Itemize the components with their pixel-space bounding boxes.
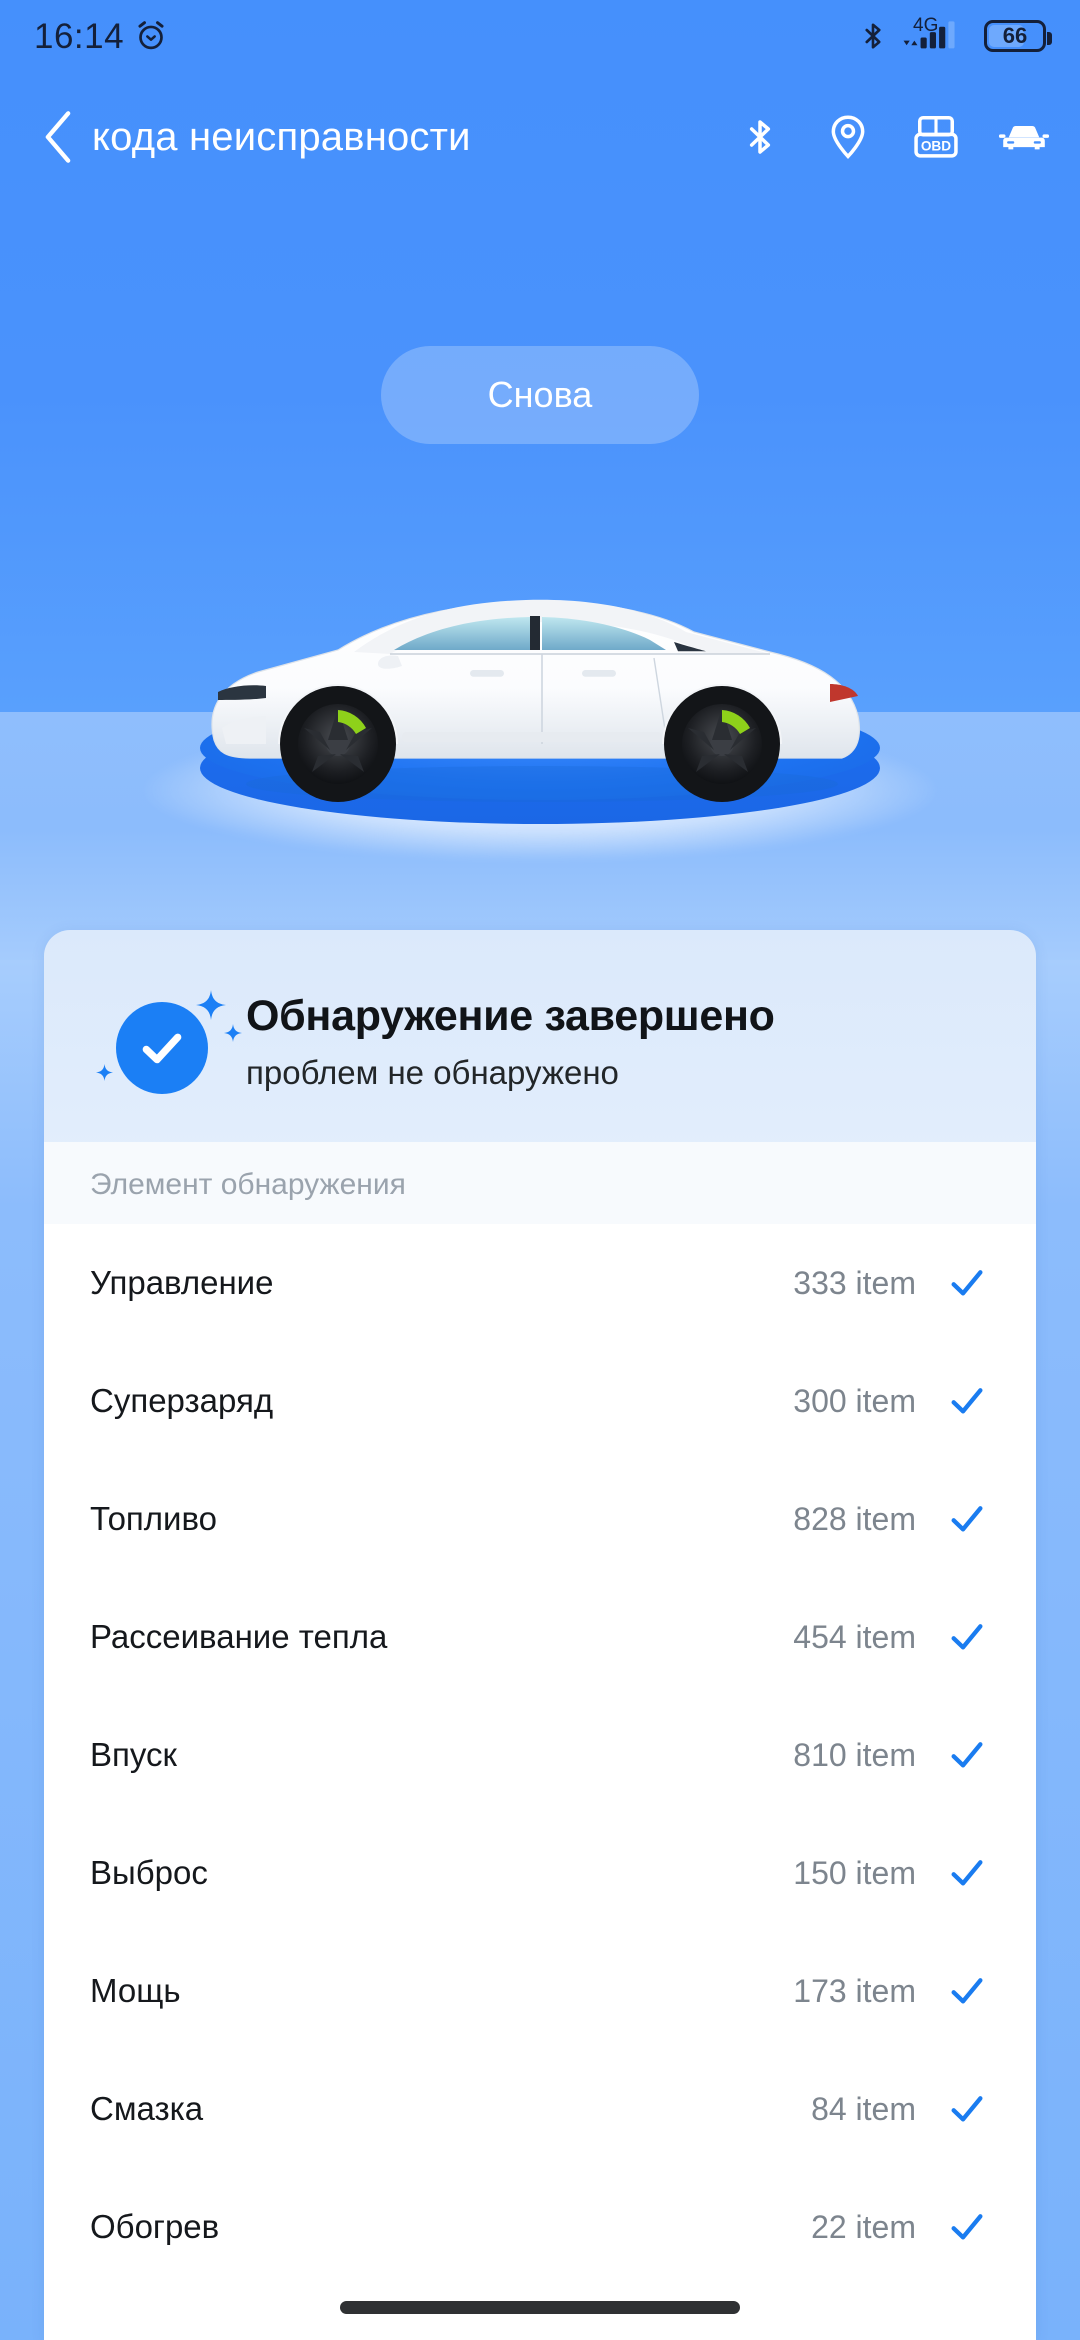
sparkle-icon-large	[196, 990, 226, 1020]
home-indicator[interactable]	[340, 2301, 740, 2314]
table-row[interactable]: Мощь 173 item	[44, 1932, 1036, 2050]
status-bar-right: 4G 66	[858, 16, 1052, 53]
status-bar-left: 16:14	[34, 19, 168, 54]
header-car-button[interactable]	[998, 111, 1050, 163]
vehicle-illustration	[211, 599, 861, 802]
check-mark-icon	[944, 1381, 990, 1421]
detection-item-list: Управление 333 item Суперзаряд 300 item Топл…	[44, 1224, 1036, 2286]
table-row[interactable]: Впуск 810 item	[44, 1696, 1036, 1814]
row-item-count: 333 item	[793, 1264, 916, 1301]
check-mark-icon	[944, 1263, 990, 1303]
table-row[interactable]: Смазка 84 item	[44, 2050, 1036, 2168]
row-item-name: Выброс	[90, 1854, 208, 1891]
row-item-count: 454 item	[793, 1618, 916, 1655]
sparkle-icon-tiny	[96, 1064, 113, 1081]
row-item-count: 84 item	[811, 2090, 916, 2127]
check-mark-icon	[944, 1499, 990, 1539]
row-item-name: Суперзаряд	[90, 1382, 274, 1419]
header-location-button[interactable]	[822, 111, 874, 163]
sparkle-icon-small	[224, 1024, 242, 1042]
check-mark-icon	[944, 1617, 990, 1657]
result-summary: Обнаружение завершено проблем не обнаруж…	[44, 930, 1036, 1142]
app-header: кода неисправности OBD	[0, 82, 1080, 192]
chevron-left-icon	[45, 111, 71, 163]
obd-connector-icon: OBD	[914, 116, 958, 158]
table-row[interactable]: Обогрев 22 item	[44, 2168, 1036, 2286]
battery-percent-label: 66	[1002, 23, 1028, 48]
bluetooth-icon	[749, 120, 771, 154]
status-time: 16:14	[34, 16, 125, 56]
page-title: кода неисправности	[92, 114, 471, 159]
alarm-clock-icon	[138, 21, 164, 50]
retry-scan-button[interactable]: Снова	[381, 346, 699, 444]
header-obd-button[interactable]: OBD	[910, 111, 962, 163]
table-row[interactable]: Рассеивание тепла 454 item	[44, 1578, 1036, 1696]
check-mark-icon	[944, 1971, 990, 2011]
result-text-block: Обнаружение завершено проблем не обнаруж…	[246, 992, 775, 1091]
row-item-name: Смазка	[90, 2090, 204, 2127]
row-item-name: Управление	[90, 1264, 274, 1301]
vehicle-showcase	[0, 560, 1080, 860]
status-bar: 16:14 4G 66	[0, 0, 1080, 72]
battery-indicator: 66	[984, 20, 1052, 52]
table-row[interactable]: Топливо 828 item	[44, 1460, 1036, 1578]
location-pin-icon	[831, 115, 865, 159]
result-subtitle: проблем не обнаружено	[246, 1053, 619, 1091]
row-item-name: Рассеивание тепла	[90, 1618, 388, 1655]
back-button[interactable]	[30, 109, 86, 165]
header-actions: OBD	[734, 111, 1050, 163]
column-header-label: Элемент обнаружения	[90, 1168, 406, 1201]
car-front-icon	[998, 125, 1050, 150]
row-item-count: 300 item	[793, 1382, 916, 1419]
diagnostic-result-card: Обнаружение завершено проблем не обнаруж…	[44, 930, 1036, 2340]
check-circle-shape	[116, 1002, 208, 1094]
row-item-count: 810 item	[793, 1736, 916, 1773]
table-row[interactable]: Суперзаряд 300 item	[44, 1342, 1036, 1460]
check-mark-icon	[944, 2089, 990, 2129]
check-mark-icon	[944, 2207, 990, 2247]
table-row[interactable]: Управление 333 item	[44, 1224, 1036, 1342]
table-row[interactable]: Выброс 150 item	[44, 1814, 1036, 1932]
check-circle-icon	[96, 982, 242, 1102]
row-item-name: Топливо	[90, 1500, 218, 1537]
check-mark-icon	[944, 1853, 990, 1893]
result-title: Обнаружение завершено	[246, 992, 775, 1041]
row-item-name: Впуск	[90, 1736, 177, 1773]
svg-text:OBD: OBD	[921, 139, 951, 154]
row-item-count: 22 item	[811, 2208, 916, 2245]
signal-bars-icon	[903, 21, 955, 49]
check-mark-icon	[944, 1735, 990, 1775]
row-item-count: 828 item	[793, 1500, 916, 1537]
row-item-name: Обогрев	[90, 2208, 220, 2245]
row-item-name: Мощь	[90, 1972, 181, 2009]
table-column-header: Элемент обнаружения	[44, 1142, 1036, 1224]
network-indicator: 4G	[902, 16, 970, 53]
row-item-count: 173 item	[793, 1972, 916, 2009]
bluetooth-icon	[865, 23, 881, 49]
check-mark-icon	[142, 1033, 182, 1064]
header-bluetooth-button[interactable]	[734, 111, 786, 163]
row-item-count: 150 item	[793, 1854, 916, 1891]
